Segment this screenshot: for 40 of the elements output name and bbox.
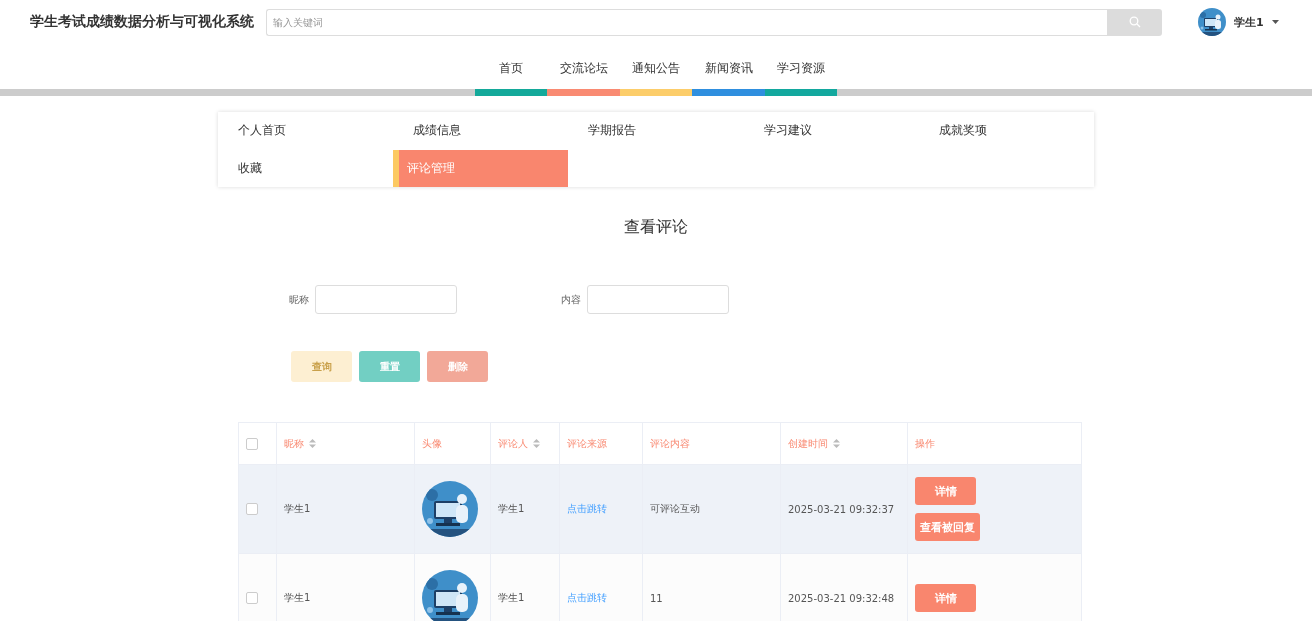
checkbox[interactable] — [246, 592, 258, 604]
created-time: 2025-03-21 09:32:37 — [788, 503, 895, 515]
input-field[interactable] — [587, 285, 729, 314]
user-name[interactable]: 学生1 — [1234, 14, 1264, 30]
nav-link[interactable]: 新闻资讯 — [704, 54, 753, 89]
commenter-text: 学生1 — [498, 592, 525, 603]
sort-icon[interactable] — [309, 439, 316, 448]
field-label: 昵称 — [289, 292, 309, 307]
nickname-text: 学生1 — [284, 503, 311, 514]
comment-text: 11 — [650, 592, 663, 604]
nav-link[interactable]: 首页 — [499, 54, 523, 89]
comment-text: 可评论互动 — [650, 503, 700, 514]
column-header: 评论内容 — [650, 437, 690, 449]
checkbox[interactable] — [246, 503, 258, 515]
submenu-item[interactable]: 学期报告 — [568, 112, 744, 150]
page-title: 查看评论 — [623, 217, 689, 238]
search-icon — [1128, 16, 1141, 28]
submenu-item[interactable]: 收藏 — [218, 149, 394, 187]
search-button[interactable] — [1107, 8, 1162, 36]
nav-link[interactable]: 交流论坛 — [559, 54, 608, 89]
nav-link[interactable]: 通知公告 — [632, 54, 680, 89]
caret-icon[interactable] — [1271, 20, 1279, 24]
submenu-item[interactable]: 成就奖项 — [918, 112, 1094, 150]
field-label: 内容 — [561, 292, 581, 307]
search-field[interactable]: 输入关键词 — [266, 8, 1107, 36]
input-field[interactable] — [315, 285, 457, 314]
sort-icon[interactable] — [833, 439, 840, 448]
sort-icon[interactable] — [533, 439, 540, 448]
created-time: 2025-03-21 09:32:48 — [788, 592, 895, 604]
submenu-item[interactable]: 学习建议 — [743, 112, 919, 150]
commenter-text: 学生1 — [498, 503, 525, 514]
submenu-item[interactable]: 个人首页 — [218, 112, 394, 150]
nav-link[interactable]: 学习资源 — [777, 54, 825, 89]
site-title: 学生考试成绩数据分析与可视化系统 — [30, 13, 254, 31]
column-header: 头像 — [422, 437, 442, 449]
checkbox[interactable] — [246, 437, 258, 450]
column-header: 操作 — [915, 437, 935, 449]
column-header: 评论来源 — [567, 437, 607, 449]
nickname-text: 学生1 — [284, 592, 311, 603]
submenu-item[interactable]: 成绩信息 — [393, 112, 569, 150]
